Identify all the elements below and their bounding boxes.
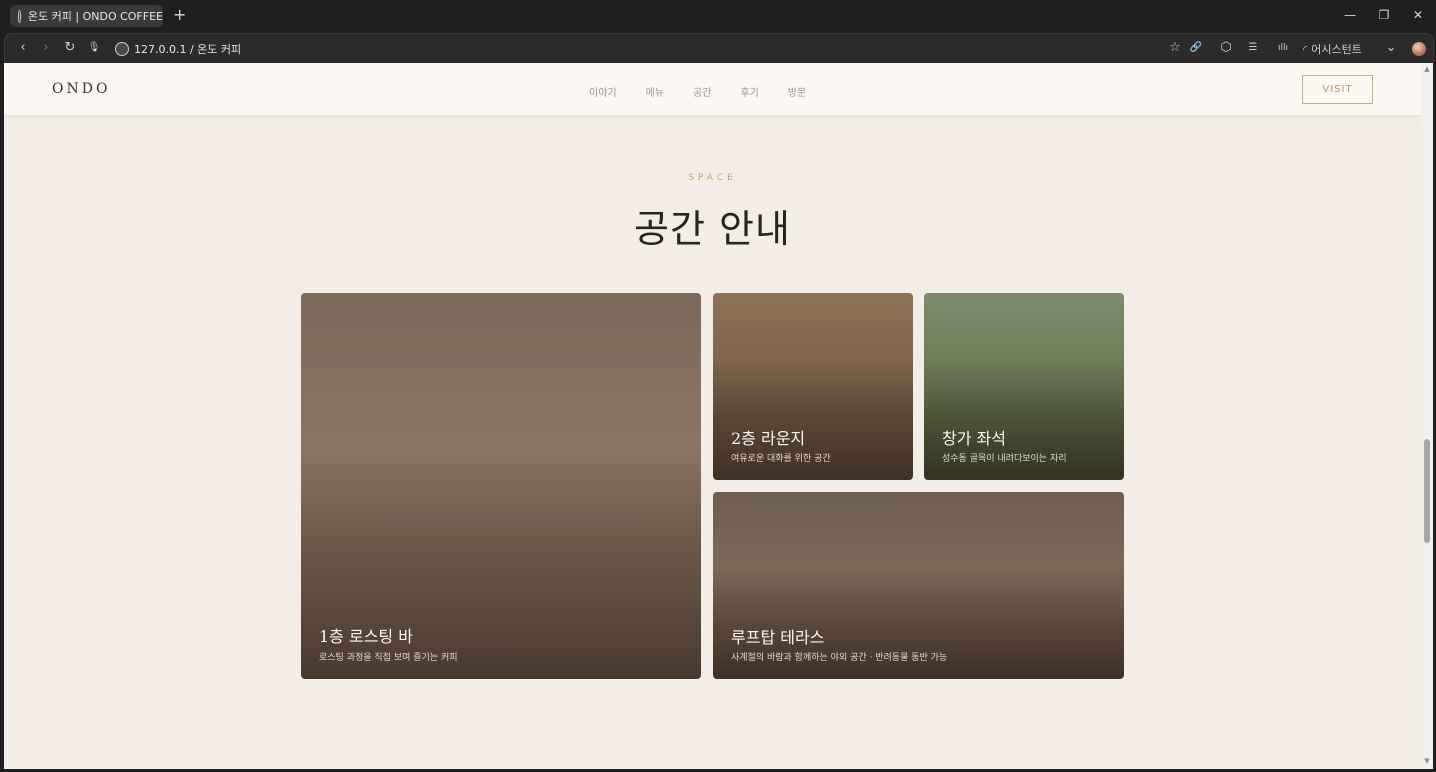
nav-link-menu[interactable]: 메뉴 (646, 84, 664, 99)
new-tab-button[interactable]: + (173, 6, 186, 24)
browser-toolbar: ‹ › ↻ 🎙 127.0.0.1 / 온도 커피 ☆ 🔗 ⬡ ☰ ıllı ◜… (4, 33, 1434, 63)
globe-icon (18, 9, 21, 23)
section-title: 공간 안내 (634, 207, 791, 251)
nav-link-visit[interactable]: 방문 (788, 84, 806, 99)
site-header: ONDO 이야기 메뉴 공간 후기 방문 VISIT (4, 63, 1421, 116)
card-title: 1층 로스팅 바 (319, 627, 413, 646)
card-subtitle: 사계절의 바람과 함께하는 야외 공간 · 반려동물 동반 가능 (731, 653, 948, 663)
close-window-button[interactable]: ✕ (1410, 8, 1426, 22)
space-card-lounge[interactable]: 2층 라운지 여유로운 대화를 위한 공간 (713, 293, 913, 480)
minimize-button[interactable]: — (1342, 8, 1358, 22)
restore-button[interactable]: ❐ (1376, 8, 1392, 22)
card-title: 창가 좌석 (942, 429, 1006, 448)
space-card-rooftop[interactable]: 루프탑 테라스 사계절의 바람과 함께하는 야외 공간 · 반려동물 동반 가능 (713, 492, 1124, 679)
site-nav: 이야기 메뉴 공간 후기 방문 (589, 84, 835, 99)
back-icon[interactable]: ‹ (15, 40, 31, 56)
share-link-icon[interactable]: 🔗 (1188, 40, 1204, 56)
address-bar[interactable]: 127.0.0.1 / 온도 커피 (115, 39, 241, 59)
site-logo[interactable]: ONDO (52, 81, 110, 97)
reload-icon[interactable]: ↻ (62, 40, 78, 56)
nav-link-story[interactable]: 이야기 (589, 84, 617, 99)
forward-icon[interactable]: › (38, 40, 54, 56)
visit-button[interactable]: VISIT (1302, 75, 1373, 104)
reading-list-icon[interactable]: ☰ (1245, 40, 1261, 56)
card-subtitle: 성수동 골목이 내려다보이는 자리 (942, 454, 1067, 464)
page-viewport: ONDO 이야기 메뉴 공간 후기 방문 VISIT SPACE 공간 안내 1… (4, 63, 1421, 769)
voice-wave-icon[interactable]: ıllı (1273, 40, 1293, 56)
card-title: 2층 라운지 (731, 429, 806, 448)
address-text: 127.0.0.1 / 온도 커피 (134, 43, 242, 56)
nav-link-reviews[interactable]: 후기 (740, 84, 758, 99)
space-card-window-seat[interactable]: 창가 좌석 성수동 골목이 내려다보이는 자리 (924, 293, 1124, 480)
page-scrollbar[interactable]: ▲ ▼ (1421, 63, 1433, 769)
section-eyebrow: SPACE (688, 173, 737, 183)
site-info-icon[interactable] (115, 42, 129, 56)
bookmark-star-icon[interactable]: ☆ (1167, 40, 1183, 56)
card-title: 루프탑 테라스 (731, 628, 825, 647)
microphone-icon[interactable]: 🎙 (86, 40, 102, 56)
card-subtitle: 로스팅 과정을 직접 보며 즐기는 커피 (319, 653, 458, 663)
assistant-button[interactable]: ◜ 어시스턴트 (1303, 41, 1362, 57)
card-subtitle: 여유로운 대화를 위한 공간 (731, 454, 831, 464)
extensions-icon[interactable]: ⬡ (1218, 40, 1234, 56)
browser-tab[interactable]: 온도 커피 | ONDO COFFEE (10, 5, 163, 27)
assistant-icon: ◜ (1303, 43, 1308, 56)
scroll-down-icon[interactable]: ▼ (1423, 757, 1431, 765)
chevron-down-icon[interactable]: ⌄ (1383, 40, 1399, 56)
assistant-label: 어시스턴트 (1311, 43, 1362, 56)
scroll-thumb[interactable] (1424, 439, 1430, 543)
scroll-up-icon[interactable]: ▲ (1423, 65, 1431, 73)
tab-title: 온도 커피 | ONDO COFFEE (27, 10, 163, 23)
browser-titlebar: 온도 커피 | ONDO COFFEE + — ❐ ✕ (0, 0, 1436, 32)
space-card-roasting-bar[interactable]: 1층 로스팅 바 로스팅 과정을 직접 보며 즐기는 커피 (301, 293, 701, 679)
profile-avatar[interactable] (1412, 42, 1426, 56)
nav-link-space[interactable]: 공간 (693, 84, 711, 99)
